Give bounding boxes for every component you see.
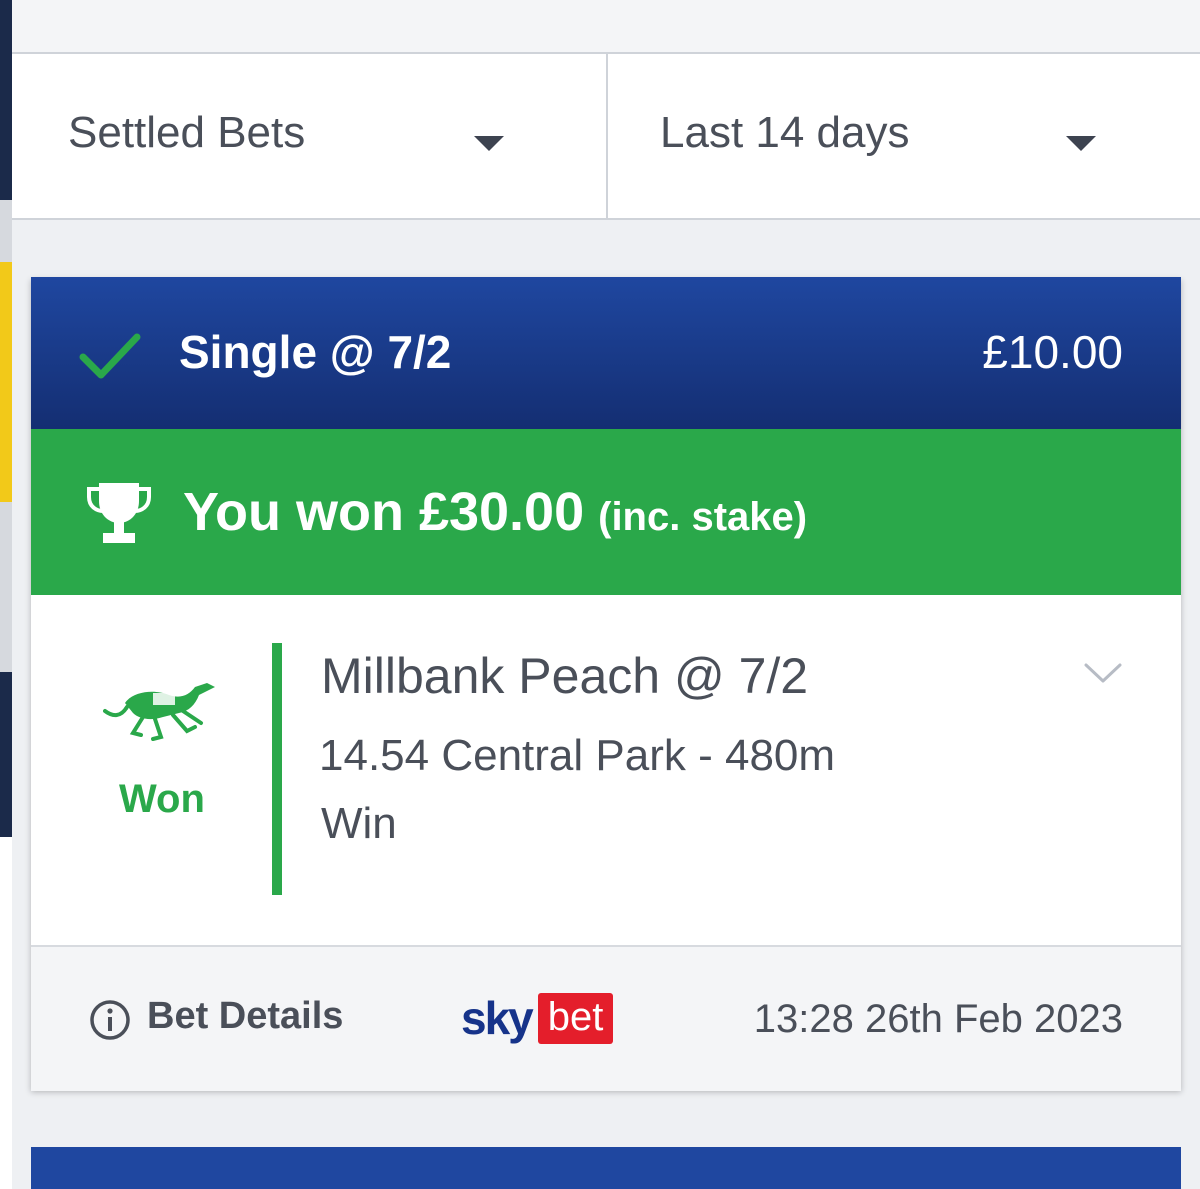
info-icon[interactable] bbox=[89, 999, 131, 1041]
bet-card-footer: Bet Details sky bet 13:28 26th Feb 2023 bbox=[31, 945, 1181, 1091]
selection-event: 14.54 Central Park - 480m bbox=[319, 731, 836, 780]
bet-card-header: Single @ 7/2 £10.00 bbox=[31, 277, 1181, 429]
chevron-down-icon[interactable] bbox=[1083, 661, 1123, 685]
result-indicator-bar bbox=[272, 643, 282, 895]
period-value: Last 14 days bbox=[660, 108, 910, 157]
skybet-logo: sky bet bbox=[461, 991, 614, 1045]
bet-type: Single @ 7/2 bbox=[179, 326, 452, 378]
bet-timestamp: 13:28 26th Feb 2023 bbox=[753, 997, 1123, 1041]
trophy-icon bbox=[87, 483, 151, 543]
bet-status-dropdown[interactable]: Settled Bets bbox=[12, 54, 608, 218]
checkmark-icon bbox=[79, 333, 141, 379]
top-bar bbox=[12, 0, 1200, 54]
background-app-edge bbox=[0, 0, 12, 1189]
selection-row[interactable]: Won Millbank Peach @ 7/2 14.54 Central P… bbox=[31, 595, 1181, 945]
win-note: (inc. stake) bbox=[598, 495, 808, 539]
bet-details-link[interactable]: Bet Details bbox=[147, 995, 343, 1038]
selection-name: Millbank Peach @ 7/2 bbox=[321, 648, 809, 704]
win-text: You won £30.00 (inc. stake) bbox=[183, 481, 807, 543]
selection-market: Win bbox=[321, 799, 397, 848]
win-banner: You won £30.00 (inc. stake) bbox=[31, 429, 1181, 595]
bet-status-value: Settled Bets bbox=[68, 108, 306, 157]
caret-down-icon bbox=[1066, 136, 1096, 151]
selection-result: Won bbox=[119, 777, 205, 821]
period-dropdown[interactable]: Last 14 days bbox=[608, 54, 1200, 218]
bet-stake: £10.00 bbox=[982, 326, 1123, 378]
win-amount: You won £30.00 bbox=[183, 482, 585, 542]
bet-card: Single @ 7/2 £10.00 You won £30.00 (inc. … bbox=[31, 277, 1181, 1091]
greyhound-icon bbox=[103, 683, 215, 741]
filter-bar: Settled Bets Last 14 days bbox=[12, 54, 1200, 220]
next-bet-card[interactable] bbox=[31, 1147, 1181, 1189]
caret-down-icon bbox=[474, 136, 504, 151]
